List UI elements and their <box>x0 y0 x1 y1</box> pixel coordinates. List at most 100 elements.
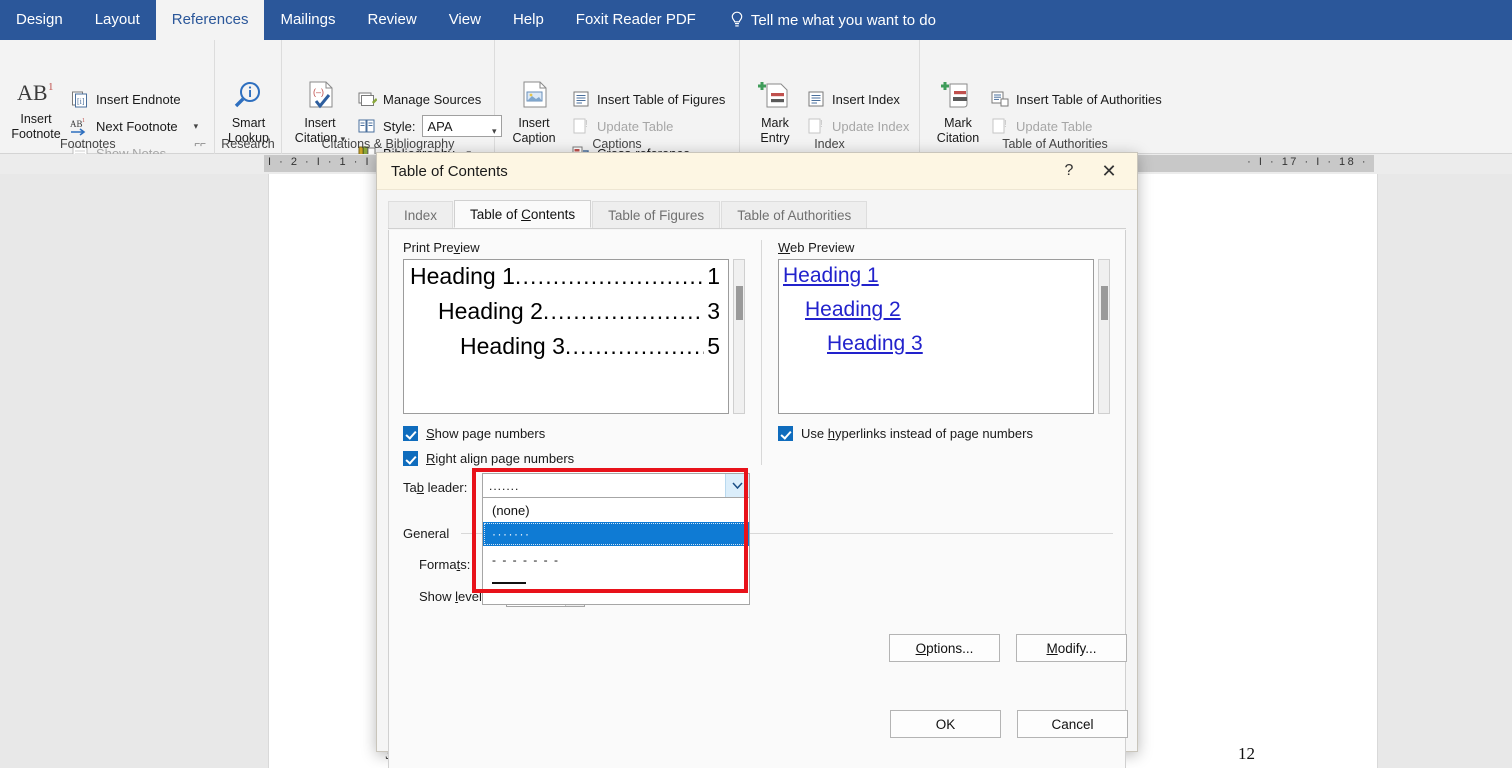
citation-style-value: APA <box>428 119 453 134</box>
group-label-citations: Citations & Bibliography <box>282 137 494 151</box>
update-table-authorities-button: ! Update Table <box>990 113 1092 139</box>
dialog-title-bar[interactable]: Table of Contents ? ✕ <box>377 153 1137 190</box>
tab-table-of-contents[interactable]: Table of Contents <box>454 200 591 228</box>
web-preview-scrollbar[interactable] <box>1098 259 1110 414</box>
insert-table-of-figures-button[interactable]: Insert Table of Figures <box>571 86 725 112</box>
print-preview-label: Print Preview <box>403 240 480 255</box>
ribbon-tab-layout[interactable]: Layout <box>79 0 156 40</box>
next-footnote-icon: AB1 <box>70 116 90 136</box>
ribbon-tab-references[interactable]: References <box>156 0 265 40</box>
next-footnote-button[interactable]: AB1 Next Footnote ▾ <box>70 113 198 139</box>
show-page-numbers-label: Show page numbers <box>426 426 545 441</box>
tab-leader-option-none[interactable]: (none) <box>483 498 749 522</box>
tab-index[interactable]: Index <box>388 201 453 228</box>
group-label-research: Research <box>215 137 281 151</box>
web-preview-link[interactable]: Heading 3 <box>827 332 923 356</box>
insert-index-button[interactable]: Insert Index <box>806 86 900 112</box>
cancel-button[interactable]: Cancel <box>1017 710 1128 738</box>
dialog-title: Table of Contents <box>391 163 1049 180</box>
tab-leader-dropdown-list[interactable]: (none) ······· - - - - - - - <box>482 498 750 605</box>
group-label-index: Index <box>740 137 919 151</box>
insert-endnote-icon: [i] <box>70 89 90 109</box>
modify-button[interactable]: Modify... <box>1016 634 1127 662</box>
next-footnote-dropdown-arrow[interactable]: ▾ <box>194 121 199 132</box>
use-hyperlinks-checkbox[interactable] <box>778 426 793 441</box>
group-label-footnotes: Footnotes <box>60 137 116 151</box>
print-preview-scrollbar[interactable] <box>733 259 745 414</box>
use-hyperlinks-checkbox-row[interactable]: Use hyperlinks instead of page numbers <box>778 426 1033 441</box>
right-align-page-numbers-checkbox-row[interactable]: Right align page numbers <box>403 451 574 466</box>
ruler-left-marks: I · 2 · I · 1 · I · <box>268 156 383 168</box>
insert-endnote-button[interactable]: [i] Insert Endnote <box>70 86 181 112</box>
ribbon-tab-design[interactable]: Design <box>0 0 79 40</box>
tell-me-search[interactable]: Tell me what you want to do <box>712 0 936 40</box>
manage-sources-icon <box>357 89 377 109</box>
update-table-figures-label: Update Table <box>597 119 673 134</box>
insert-table-of-figures-label: Insert Table of Figures <box>597 92 725 107</box>
web-preview-scroll-thumb[interactable] <box>1101 286 1108 320</box>
ok-button[interactable]: OK <box>890 710 1001 738</box>
mark-citation-icon <box>928 80 988 114</box>
column-divider <box>761 240 762 465</box>
tab-leader-option-solid[interactable] <box>483 574 749 604</box>
manage-sources-button[interactable]: Manage Sources <box>357 86 481 112</box>
right-align-page-numbers-checkbox[interactable] <box>403 451 418 466</box>
svg-text:AB: AB <box>70 119 83 129</box>
close-icon[interactable]: ✕ <box>1089 154 1129 188</box>
citation-style-label: Style: <box>383 119 416 134</box>
ribbon-group-table-of-authorities: Mark Citation Insert Table of Authoritie… <box>920 40 1190 154</box>
insert-caption-icon <box>501 80 567 114</box>
footnotes-dialog-launcher[interactable]: ⌐⌐ <box>194 139 206 150</box>
ribbon-tab-mailings[interactable]: Mailings <box>264 0 351 40</box>
tab-table-of-figures[interactable]: Table of Figures <box>592 201 720 228</box>
update-index-label: Update Index <box>832 119 909 134</box>
smart-lookup-icon <box>217 80 280 114</box>
table-of-contents-dialog: Table of Contents ? ✕ Index Table of Con… <box>376 152 1138 752</box>
ribbon-tab-review[interactable]: Review <box>352 0 433 40</box>
ok-button-label: OK <box>936 717 956 732</box>
print-preview-row-text: Heading 2 <box>438 298 543 325</box>
tab-leader-chevron-down-icon[interactable] <box>725 474 749 497</box>
print-preview-row-text: Heading 3 <box>460 333 565 360</box>
print-preview-row-page: 5 <box>704 333 720 360</box>
show-page-numbers-checkbox-row[interactable]: Show page numbers <box>403 426 545 441</box>
ribbon-group-research: Smart Lookup Research <box>215 40 282 154</box>
print-preview-row-page: 1 <box>704 263 720 290</box>
web-preview-row: Heading 3 <box>827 332 1093 356</box>
tab-leader-value: ....... <box>483 479 725 493</box>
insert-footnote-icon: AB1 <box>6 78 66 110</box>
ribbon-tab-help[interactable]: Help <box>497 0 560 40</box>
web-preview-link[interactable]: Heading 1 <box>783 264 879 288</box>
group-label-captions: Captions <box>495 137 739 151</box>
options-button[interactable]: Options... <box>889 634 1000 662</box>
insert-table-of-authorities-button[interactable]: Insert Table of Authorities <box>990 86 1162 112</box>
citation-style-select[interactable]: APA ▾ <box>422 115 502 137</box>
group-label-table-of-authorities: Table of Authorities <box>920 137 1190 151</box>
ribbon-tab-view[interactable]: View <box>433 0 497 40</box>
next-footnote-label: Next Footnote <box>96 119 178 134</box>
tab-table-of-authorities[interactable]: Table of Authorities <box>721 201 867 228</box>
tab-leader-option-solid-line <box>492 582 526 584</box>
ribbon-group-index: Mark Entry Insert Index ! Update Index I… <box>740 40 920 154</box>
insert-footnote-label-1: Insert <box>20 112 51 126</box>
tab-leader-option-dotted[interactable]: ······· <box>483 522 749 546</box>
svg-text:!: ! <box>585 119 588 130</box>
print-preview-box: Heading 1 ..............................… <box>403 259 729 414</box>
show-page-numbers-checkbox[interactable] <box>403 426 418 441</box>
print-preview-row-leaders: ................................... <box>543 298 704 325</box>
ribbon-group-footnotes: AB1 Insert Footnote [i] Insert Endnote A… <box>0 40 215 154</box>
document-toc-line-page: 12 <box>1238 744 1255 764</box>
ribbon-group-citations-bibliography: (–) Insert Citation ▾ Manage Sources Sty… <box>282 40 495 154</box>
insert-footnote-button[interactable]: AB1 Insert Footnote <box>6 78 66 142</box>
ruler-right-marks: · I · 17 · I · 18 · <box>1247 156 1368 168</box>
tab-leader-label: Tab leader: <box>403 480 467 495</box>
insert-table-of-authorities-label: Insert Table of Authorities <box>1016 92 1162 107</box>
ribbon-tab-foxit-reader-pdf[interactable]: Foxit Reader PDF <box>560 0 712 40</box>
web-preview-link[interactable]: Heading 2 <box>805 298 901 322</box>
tab-leader-combobox[interactable]: ....... <box>482 473 750 498</box>
tab-leader-option-dashed[interactable]: - - - - - - - <box>483 546 749 574</box>
insert-index-label: Insert Index <box>832 92 900 107</box>
print-preview-row: Heading 1 ..............................… <box>410 263 720 290</box>
print-preview-scroll-thumb[interactable] <box>736 286 743 320</box>
help-button[interactable]: ? <box>1049 154 1089 188</box>
